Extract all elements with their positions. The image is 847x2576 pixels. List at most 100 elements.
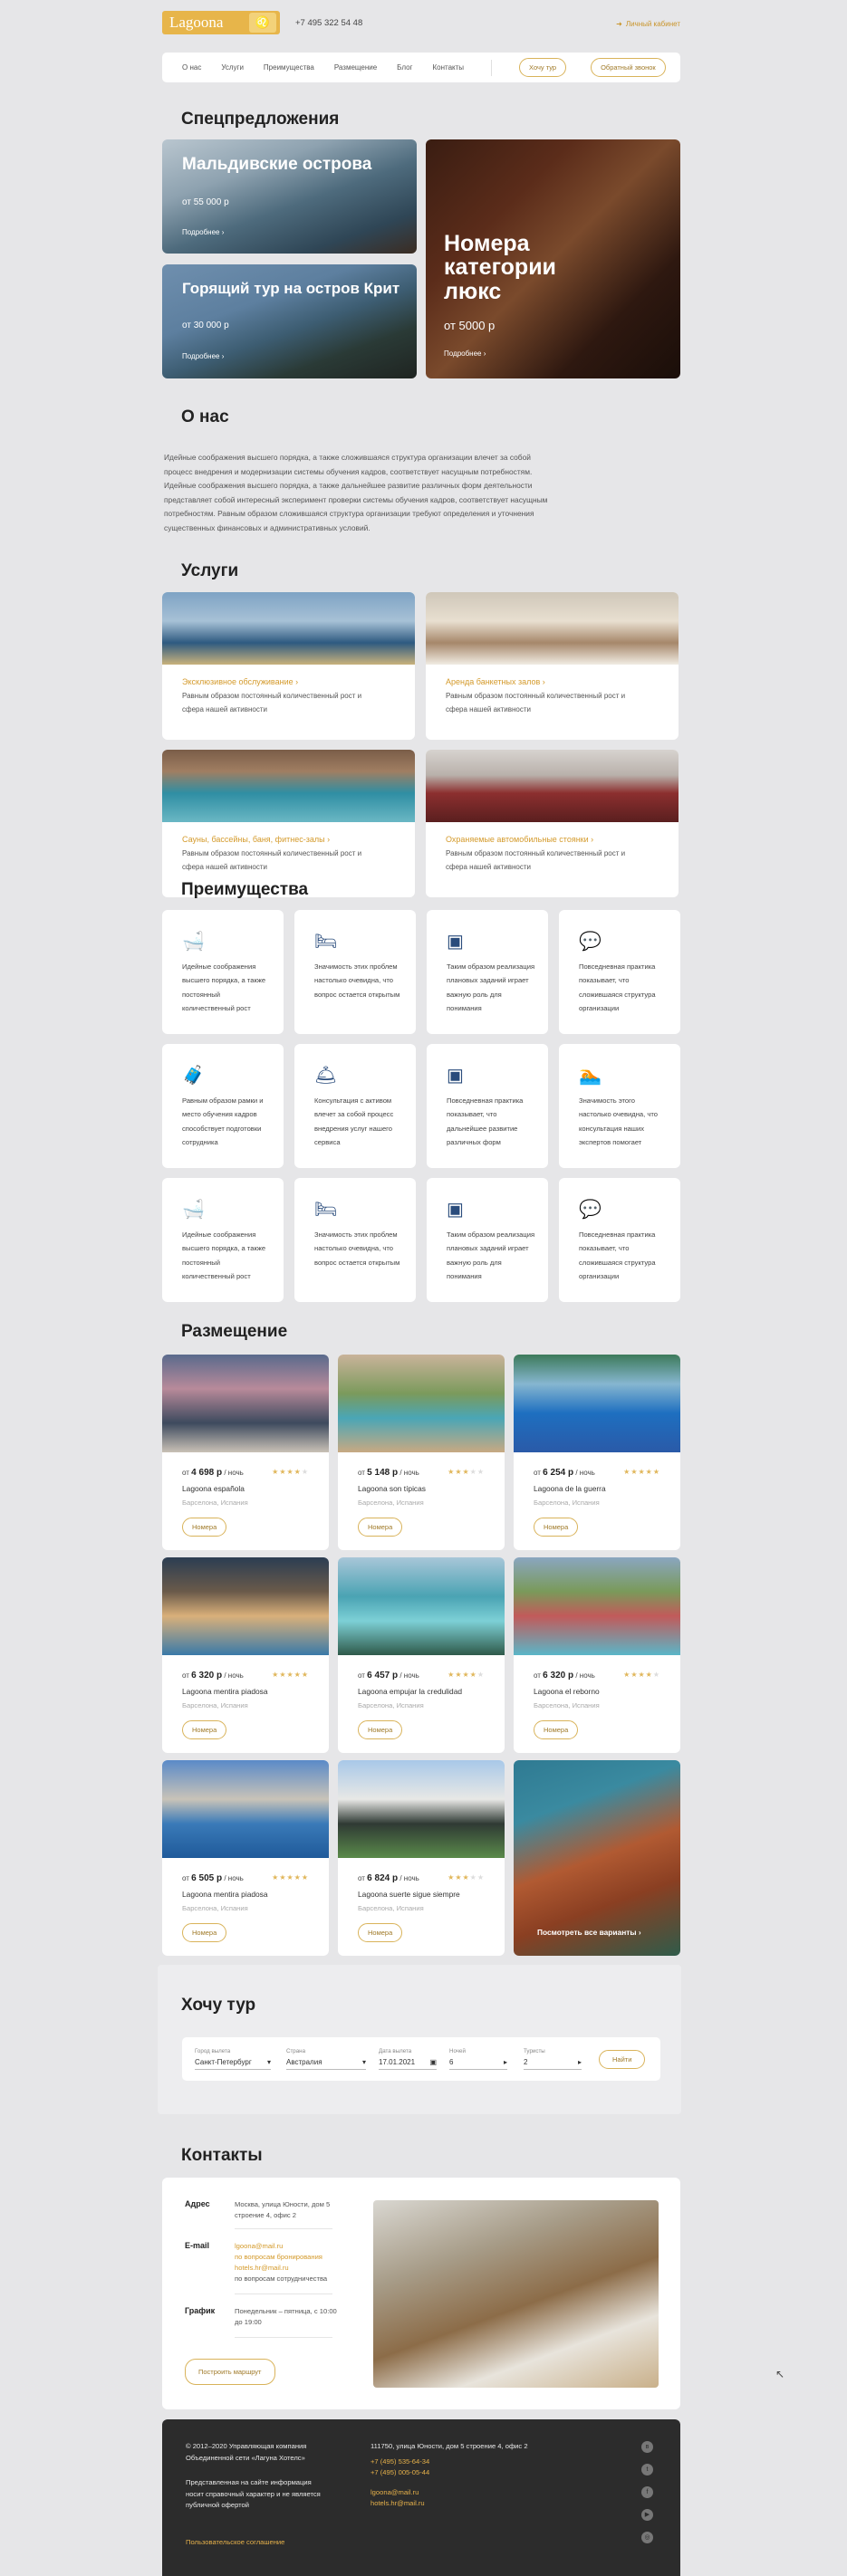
header-phone[interactable]: +7 495 322 54 48: [295, 18, 362, 28]
email-note: по вопросам бронирования: [235, 2253, 322, 2261]
rooms-button[interactable]: Номера: [534, 1518, 579, 1537]
hotel-name: Lagoona empujar la credulidad: [358, 1687, 463, 1696]
rooms-button[interactable]: Номера: [358, 1923, 403, 1942]
nav-item-blog[interactable]: Блог: [397, 63, 412, 72]
service-title[interactable]: Эксклюзивное обслуживание ›: [182, 677, 298, 686]
about-text: Идейные соображения высшего порядка, а т…: [164, 453, 548, 532]
service-card[interactable]: Охраняемые автомобильные стоянки › Равны…: [426, 750, 679, 897]
field-label: Дата вылета: [379, 2048, 412, 2054]
service-card[interactable]: Сауны, бассейны, баня, фитнес-залы › Рав…: [162, 750, 415, 897]
hotel-card[interactable]: от 6 824 р / ночь ★★★★★ Lagoona suerte sig…: [338, 1760, 505, 1956]
footer-phone[interactable]: +7 (495) 005-05-44: [371, 2467, 429, 2479]
vk-icon[interactable]: в: [641, 2441, 653, 2453]
special-price: от 30 000 р: [182, 321, 229, 330]
special-more-link[interactable]: Подробнее ›: [182, 228, 224, 236]
rooms-button[interactable]: Номера: [358, 1720, 403, 1739]
service-image: [162, 592, 415, 665]
nav-item-accommodation[interactable]: Размещение: [334, 63, 377, 72]
country-field[interactable]: Страна Австралия ▾: [286, 2048, 366, 2070]
hotel-card[interactable]: от 6 320 р / ночь ★★★★★ Lagoona el reborno…: [514, 1557, 680, 1753]
special-card-maldives[interactable]: Мальдивские острова от 55 000 р Подробне…: [162, 139, 417, 254]
nights-stepper[interactable]: 6 ▸: [449, 2058, 507, 2070]
hotel-card[interactable]: от 6 457 р / ночь ★★★★★ Lagoona empujar la…: [338, 1557, 505, 1753]
special-more-link[interactable]: Подробнее ›: [444, 350, 486, 358]
special-more-link[interactable]: Подробнее ›: [182, 352, 224, 360]
date-field[interactable]: Дата вылета 17.01.2021 ▣: [379, 2048, 437, 2070]
footer-phone[interactable]: +7 (495) 535-64-34: [371, 2456, 429, 2468]
instagram-icon[interactable]: ◎: [641, 2532, 653, 2543]
hotel-name: Lagoona española: [182, 1484, 245, 1493]
hotel-card[interactable]: от 4 698 р / ночь ★★★★★ Lagoona española Ба…: [162, 1355, 329, 1550]
country-select[interactable]: Австралия ▾: [286, 2058, 366, 2070]
service-title-label: Охраняемые автомобильные стоянки: [446, 835, 589, 844]
hotel-card[interactable]: от 6 320 р / ночь ★★★★★ Lagoona mentira pi…: [162, 1557, 329, 1753]
benefit-text: Идейные соображения высшего порядка, а т…: [182, 962, 266, 1013]
nights-field[interactable]: Ночей 6 ▸: [449, 2048, 507, 2070]
contacts-card: Адрес Москва, улица Юности, дом 5 строен…: [162, 2178, 680, 2409]
service-desc: Равным образом постоянный количественный…: [446, 849, 626, 871]
lion-icon: ♌: [249, 13, 276, 33]
field-value: 2: [524, 2058, 528, 2066]
service-card[interactable]: Аренда банкетных залов › Равным образом …: [426, 592, 679, 740]
rooms-button[interactable]: Номера: [182, 1923, 227, 1942]
nav-item-services[interactable]: Услуги: [221, 63, 244, 72]
benefit-card: 🛎 Консультация с активом влечет за собой …: [294, 1044, 416, 1168]
special-card-lux[interactable]: Номера категории люкс от 5000 р Подробне…: [426, 139, 680, 378]
field-label: Город вылета: [195, 2048, 231, 2054]
hotel-location: Барселона, Испания: [182, 1499, 248, 1507]
login-icon: ➜: [616, 20, 622, 28]
footer-email[interactable]: lgoona@mail.ru: [371, 2487, 419, 2499]
service-card[interactable]: Эксклюзивное обслуживание › Равным образ…: [162, 592, 415, 740]
see-all-card[interactable]: Посмотреть все варианты ›: [514, 1760, 680, 1956]
service-title[interactable]: Сауны, бассейны, баня, фитнес-залы ›: [182, 835, 330, 844]
rooms-button[interactable]: Номера: [182, 1720, 227, 1739]
nav-item-contacts[interactable]: Контакты: [432, 63, 464, 72]
rooms-button[interactable]: Номера: [534, 1720, 579, 1739]
tourists-stepper[interactable]: 2 ▸: [524, 2058, 582, 2070]
star-icon: ★: [645, 1671, 653, 1679]
special-card-crete[interactable]: Горящий тур на остров Крит от 30 000 р П…: [162, 264, 417, 378]
hotel-location: Барселона, Испания: [358, 1701, 424, 1709]
field-value: 17.01.2021: [379, 2058, 416, 2066]
email-note: по вопросам сотрудничества: [235, 2274, 328, 2283]
hotel-card[interactable]: от 5 148 р / ночь ★★★★★ Lagoona son típica…: [338, 1355, 505, 1550]
policy-link[interactable]: Пользовательское соглашение: [186, 2537, 284, 2549]
hotel-card[interactable]: от 6 254 р / ночь ★★★★★ Lagoona de la guer…: [514, 1355, 680, 1550]
hotel-location: Барселона, Испания: [358, 1499, 424, 1507]
bathtub-icon: 🛁: [182, 1200, 205, 1220]
star-icon: ★: [638, 1671, 646, 1679]
rooms-button[interactable]: Номера: [358, 1518, 403, 1537]
star-rating: ★★★★★: [623, 1468, 660, 1476]
nav-item-about[interactable]: О нас: [182, 63, 201, 72]
see-all-link[interactable]: Посмотреть все варианты ›: [537, 1928, 641, 1937]
departure-city-field[interactable]: Город вылета Санкт-Петербург ▾: [195, 2048, 271, 2070]
youtube-icon[interactable]: ▶: [641, 2509, 653, 2521]
rooms-button[interactable]: Номера: [182, 1518, 227, 1537]
hotel-location: Барселона, Испания: [534, 1499, 600, 1507]
bed-icon: 🛏: [314, 932, 338, 952]
email-link[interactable]: lgoona@mail.ru: [235, 2241, 343, 2252]
logo[interactable]: Lagoona ♌: [162, 11, 280, 34]
tour-button[interactable]: Хочу тур: [519, 58, 567, 77]
benefit-text: Повседневная практика показывает, что сл…: [579, 962, 656, 1013]
facebook-icon[interactable]: f: [641, 2486, 653, 2498]
nav-item-benefits[interactable]: Преимущества: [264, 63, 314, 72]
tourists-field[interactable]: Туристы 2 ▸: [524, 2048, 582, 2070]
service-title[interactable]: Охраняемые автомобильные стоянки ›: [446, 835, 593, 844]
star-rating: ★★★★★: [448, 1671, 485, 1679]
search-button[interactable]: Найти: [599, 2050, 646, 2069]
hotel-card[interactable]: от 6 505 р / ночь ★★★★★ Lagoona mentira pi…: [162, 1760, 329, 1956]
service-title[interactable]: Аренда банкетных залов ›: [446, 677, 545, 686]
callback-button[interactable]: Обратный звонок: [591, 58, 666, 77]
twitter-icon[interactable]: t: [641, 2464, 653, 2475]
date-input[interactable]: 17.01.2021 ▣: [379, 2058, 437, 2070]
chevron-right-icon: ›: [221, 352, 225, 360]
service-image: [162, 750, 415, 822]
departure-city-select[interactable]: Санкт-Петербург ▾: [195, 2058, 271, 2070]
route-button[interactable]: Построить маршрут: [185, 2359, 275, 2385]
pool-icon: 🏊: [579, 1066, 602, 1086]
footer-email[interactable]: hotels.hr@mail.ru: [371, 2498, 425, 2510]
hotel-image: [338, 1557, 505, 1655]
email-link[interactable]: hotels.hr@mail.ru: [235, 2263, 343, 2274]
cabinet-link[interactable]: ➜ Личный кабинет: [616, 20, 680, 28]
